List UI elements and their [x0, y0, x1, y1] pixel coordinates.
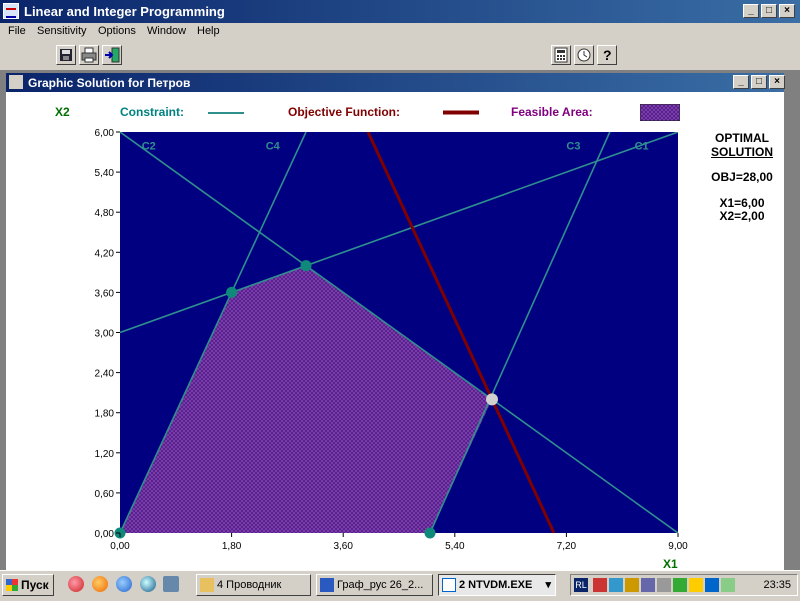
optimal-x1-value: X1=6,00 — [719, 196, 765, 210]
app-window-controls: _ □ × — [743, 4, 795, 18]
firefox-icon[interactable] — [92, 576, 108, 592]
clock-icon[interactable] — [574, 45, 594, 65]
feasible-vertex-3 — [424, 527, 436, 539]
tray-icon-7[interactable] — [689, 578, 703, 592]
ie-icon[interactable] — [116, 576, 132, 592]
y-tick-label-1: 0,60 — [95, 489, 115, 500]
menu-window[interactable]: Window — [147, 25, 186, 37]
tray-icon-1[interactable] — [593, 578, 607, 592]
x-tick-label-3: 5,40 — [445, 541, 465, 552]
minimize-icon[interactable]: _ — [743, 4, 759, 18]
tray-icon-4[interactable] — [641, 578, 655, 592]
task-word-doc[interactable]: Граф_рус 26_2... — [316, 574, 433, 596]
app-titlebar: Linear and Integer Programming _ □ × — [0, 0, 800, 23]
task-ntvdm[interactable]: 2 NTVDM.EXE ▾ — [438, 574, 556, 596]
y-tick-label-3: 1,80 — [95, 409, 115, 420]
x-tick-label-2: 3,60 — [333, 541, 353, 552]
constraint-label-c3: C3 — [566, 140, 580, 152]
desktop-icon[interactable] — [163, 576, 179, 592]
x-axis-label: X1 — [663, 557, 678, 570]
menu-sensitivity[interactable]: Sensitivity — [37, 25, 87, 37]
clock: 23:35 — [763, 579, 791, 591]
x-tick-label-0: 0,00 — [110, 541, 130, 552]
y-tick-label-4: 2,40 — [95, 369, 115, 380]
x-tick-label-4: 7,20 — [557, 541, 577, 552]
opera-icon[interactable] — [68, 576, 84, 592]
y-tick-label-8: 4,80 — [95, 208, 115, 219]
task-explorer-label: 4 Проводник — [217, 579, 282, 591]
app-icon[interactable] — [3, 3, 19, 19]
feasible-vertex-1 — [226, 286, 238, 298]
task-ntvdm-label: 2 NTVDM.EXE — [459, 579, 533, 591]
y-tick-label-9: 5,40 — [95, 168, 115, 179]
optimal-heading-1: OPTIMAL — [715, 131, 769, 145]
maximize-icon[interactable]: □ — [761, 4, 777, 18]
media-player-icon[interactable] — [140, 576, 156, 592]
tray-icon-3[interactable] — [625, 578, 639, 592]
toolbar: ? — [0, 42, 800, 71]
exit-icon[interactable] — [102, 45, 122, 65]
y-tick-label-2: 1,20 — [95, 449, 115, 460]
optimal-heading-2: SOLUTION — [711, 145, 773, 159]
start-button[interactable]: Пуск — [2, 574, 54, 596]
optimal-obj-value: OBJ=28,00 — [711, 170, 773, 184]
tray-icon-6[interactable] — [673, 578, 687, 592]
y-tick-label-7: 4,20 — [95, 248, 115, 259]
y-tick-label-10: 6,00 — [95, 128, 115, 139]
save-icon[interactable] — [56, 45, 76, 65]
optimal-point — [486, 393, 498, 406]
y-tick-label-5: 3,00 — [95, 329, 115, 340]
graphic-solution-chart: C1 C2 C3 C4 0,00 1,80 3,60 5,40 7,20 9,00 0,00 0,60… — [95, 128, 689, 570]
x-tick-label-5: 9,00 — [668, 541, 688, 552]
y-tick-label-0: 0,00 — [95, 529, 115, 540]
x-tick-label-1: 1,80 — [222, 541, 242, 552]
menu-bar: File Sensitivity Options Window Help — [0, 23, 800, 42]
print-icon[interactable] — [79, 45, 99, 65]
taskbar: Пуск 4 Проводник Граф_рус 26_2... 2 NTVD… — [0, 570, 800, 601]
folder-icon — [200, 578, 214, 592]
calculator-icon[interactable] — [551, 45, 571, 65]
menu-file[interactable]: File — [8, 25, 26, 37]
constraint-label-c4: C4 — [266, 140, 281, 152]
language-indicator[interactable]: RL — [574, 578, 588, 592]
help-icon[interactable]: ? — [597, 45, 617, 65]
menu-help[interactable]: Help — [197, 25, 220, 37]
tray-icon-9[interactable] — [721, 578, 735, 592]
tray-icon-8[interactable] — [705, 578, 719, 592]
feasible-vertex-2 — [300, 260, 312, 272]
word-icon — [320, 578, 334, 592]
window-app-icon — [442, 578, 456, 592]
task-word-doc-label: Граф_рус 26_2... — [337, 579, 424, 591]
dropdown-arrow-icon: ▾ — [545, 579, 551, 591]
menu-options[interactable]: Options — [98, 25, 136, 37]
constraint-label-c2: C2 — [142, 140, 156, 152]
close-icon[interactable]: × — [779, 4, 795, 18]
graphic-solution-window: Graphic Solution for Петров _ □ × X2 Con… — [6, 73, 785, 570]
task-explorer[interactable]: 4 Проводник — [196, 574, 311, 596]
system-tray: RL 23:35 — [570, 574, 798, 596]
app-title: Linear and Integer Programming — [24, 4, 225, 19]
svg-text:?: ? — [603, 47, 612, 63]
tray-icon-2[interactable] — [609, 578, 623, 592]
constraint-label-c1: C1 — [635, 140, 649, 152]
tray-icon-5[interactable] — [657, 578, 671, 592]
optimal-x2-value: X2=2,00 — [719, 209, 765, 223]
y-tick-label-6: 3,60 — [95, 288, 115, 299]
